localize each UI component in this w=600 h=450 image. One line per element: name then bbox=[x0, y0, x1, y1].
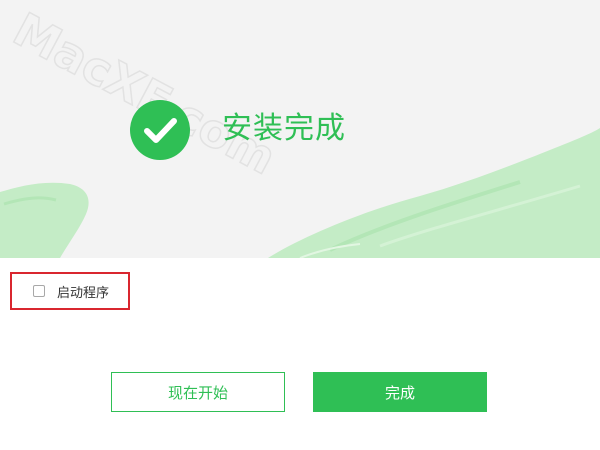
install-complete-title: 安装完成 bbox=[222, 111, 346, 146]
check-circle-icon bbox=[130, 100, 190, 160]
launch-app-checkbox[interactable] bbox=[33, 285, 45, 297]
installer-window: MacXF.com 安装完成 启动程序 现在开始 完成 bbox=[0, 0, 600, 450]
finish-button[interactable]: 完成 bbox=[313, 372, 487, 412]
start-now-button[interactable]: 现在开始 bbox=[111, 372, 285, 412]
launch-option-highlight: 启动程序 bbox=[10, 272, 130, 310]
launch-app-label: 启动程序 bbox=[57, 285, 110, 301]
hero-banner: MacXF.com 安装完成 bbox=[0, 0, 600, 258]
